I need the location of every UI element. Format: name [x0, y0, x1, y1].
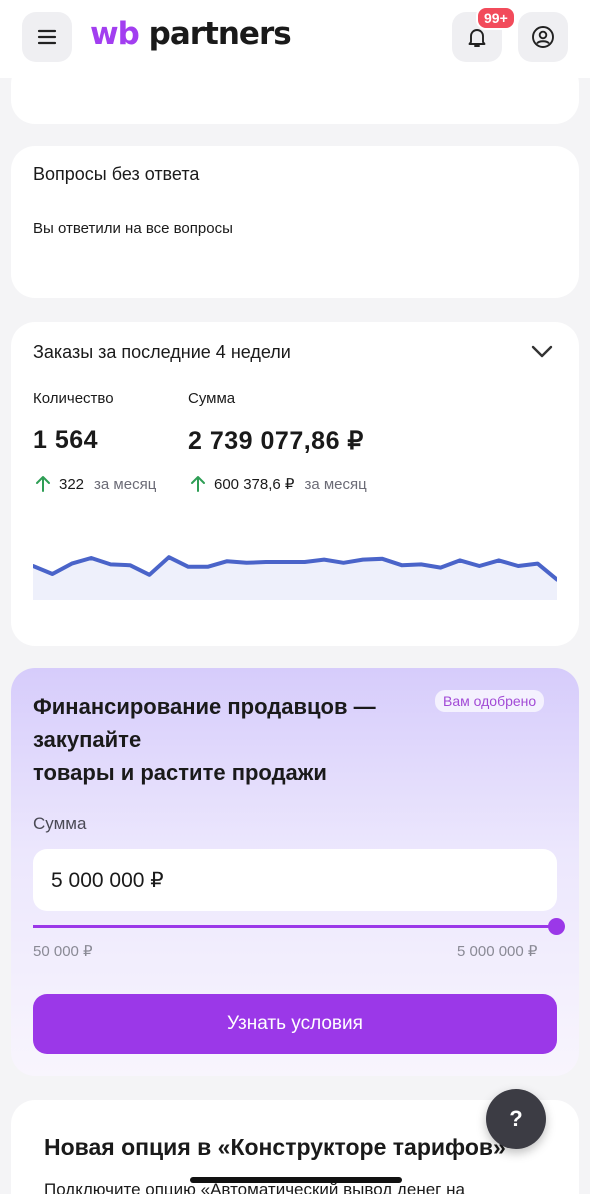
menu-button[interactable]: [22, 12, 72, 62]
wb-partners-logo[interactable]: wb partners: [90, 16, 292, 52]
quantity-value: 1 564: [33, 426, 99, 454]
quantity-delta: 322 за месяц: [33, 474, 156, 494]
questions-title: Вопросы без ответа: [33, 164, 200, 184]
seller-financing-card: Финансирование продавцов — закупайте тов…: [11, 668, 579, 1076]
quantity-delta-value: 322: [59, 475, 85, 493]
financing-sum-label: Сумма: [33, 814, 87, 833]
amount-slider-track[interactable]: [33, 925, 555, 928]
financing-title-line: закупайте: [33, 727, 142, 752]
notification-count-badge: 99+: [476, 6, 516, 30]
quantity-label: Количество: [33, 390, 114, 407]
sum-delta-period: за месяц: [304, 475, 367, 493]
arrow-up-icon: [36, 476, 50, 492]
sum-delta: 600 378,6 ₽ за месяц: [188, 474, 367, 494]
slider-max-label: 5 000 000 ₽: [457, 943, 538, 960]
sum-label: Сумма: [188, 390, 236, 407]
financing-amount-field[interactable]: 5 000 000 ₽: [33, 849, 557, 911]
amount-slider-handle[interactable]: [548, 918, 565, 935]
news-title: Новая опция в «Конструкторе тарифов»: [44, 1134, 506, 1160]
chevron-down-icon[interactable]: [529, 338, 555, 369]
orders-sparkline: [33, 555, 557, 600]
orders-card: Заказы за последние 4 недели Количество …: [11, 322, 579, 646]
approved-badge: Вам одобрено: [435, 690, 545, 712]
slider-min-label: 50 000 ₽: [33, 943, 93, 960]
unanswered-questions-card[interactable]: Вопросы без ответа Вы ответили на все во…: [11, 146, 579, 298]
orders-title: Заказы за последние 4 недели: [33, 342, 291, 362]
home-indicator: [190, 1177, 402, 1183]
learn-terms-button[interactable]: Узнать условия: [33, 994, 557, 1054]
arrow-up-icon: [191, 476, 205, 492]
financing-title-line: Финансирование продавцов —: [33, 694, 376, 719]
financing-title: Финансирование продавцов — закупайте тов…: [33, 690, 433, 789]
user-icon: [532, 26, 554, 48]
quantity-delta-period: за месяц: [94, 475, 157, 493]
sum-delta-value: 600 378,6 ₽: [214, 476, 295, 493]
hamburger-icon: [37, 29, 57, 45]
sum-value: 2 739 077,86 ₽: [188, 427, 364, 455]
help-button[interactable]: ?: [486, 1089, 546, 1149]
financing-title-line: товары и растите продажи: [33, 760, 327, 785]
profile-button[interactable]: [518, 12, 568, 62]
questions-status: Вы ответили на все вопросы: [33, 220, 233, 237]
